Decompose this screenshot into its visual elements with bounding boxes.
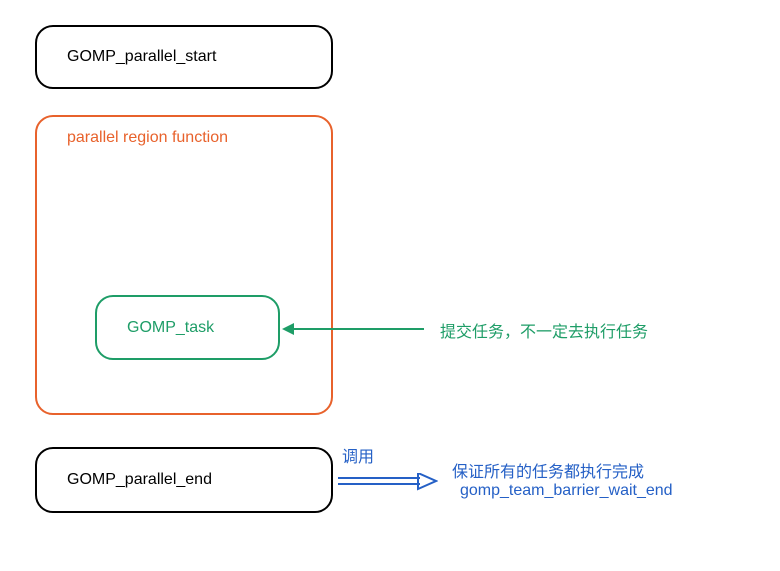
- barrier-function-label: gomp_team_barrier_wait_end: [460, 482, 673, 500]
- task-arrow-head: [282, 323, 294, 335]
- call-label: 调用: [342, 443, 374, 467]
- parallel-end-box: GOMP_parallel_end: [35, 447, 333, 513]
- gomp-task-box: GOMP_task: [95, 295, 280, 360]
- task-annotation: 提交任务，不一定去执行任务: [440, 318, 648, 342]
- task-arrow-line: [294, 328, 424, 330]
- gomp-task-label: GOMP_task: [127, 319, 214, 337]
- parallel-region-box: parallel region function: [35, 115, 333, 415]
- parallel-end-label: GOMP_parallel_end: [67, 471, 212, 489]
- end-annotation: 保证所有的任务都执行完成: [452, 458, 644, 482]
- double-arrow-icon: [338, 473, 438, 491]
- parallel-region-label: parallel region function: [67, 129, 228, 147]
- parallel-start-box: GOMP_parallel_start: [35, 25, 333, 89]
- parallel-start-label: GOMP_parallel_start: [67, 48, 216, 66]
